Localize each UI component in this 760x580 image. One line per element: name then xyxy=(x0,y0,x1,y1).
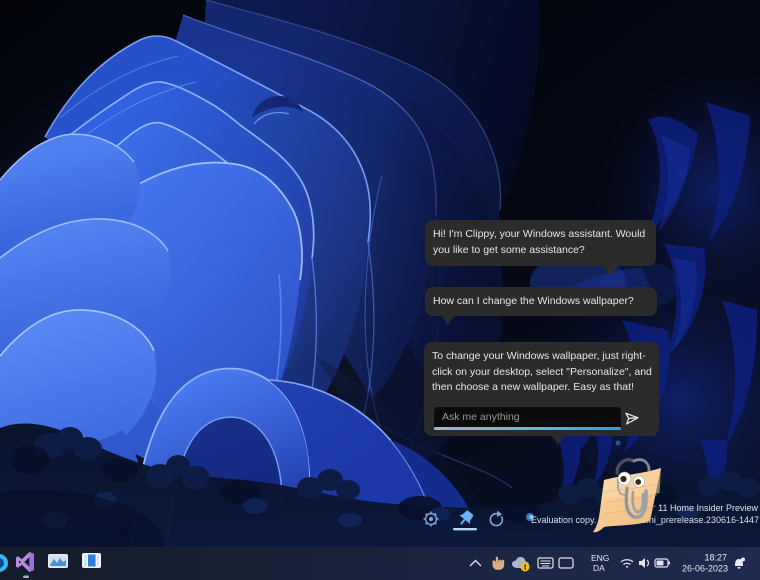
svg-text:26-06-2023: 26-06-2023 xyxy=(682,564,728,574)
svg-text:DA: DA xyxy=(593,563,605,573)
svg-text:18:27: 18:27 xyxy=(704,553,727,563)
svg-text:ENG: ENG xyxy=(591,553,609,563)
